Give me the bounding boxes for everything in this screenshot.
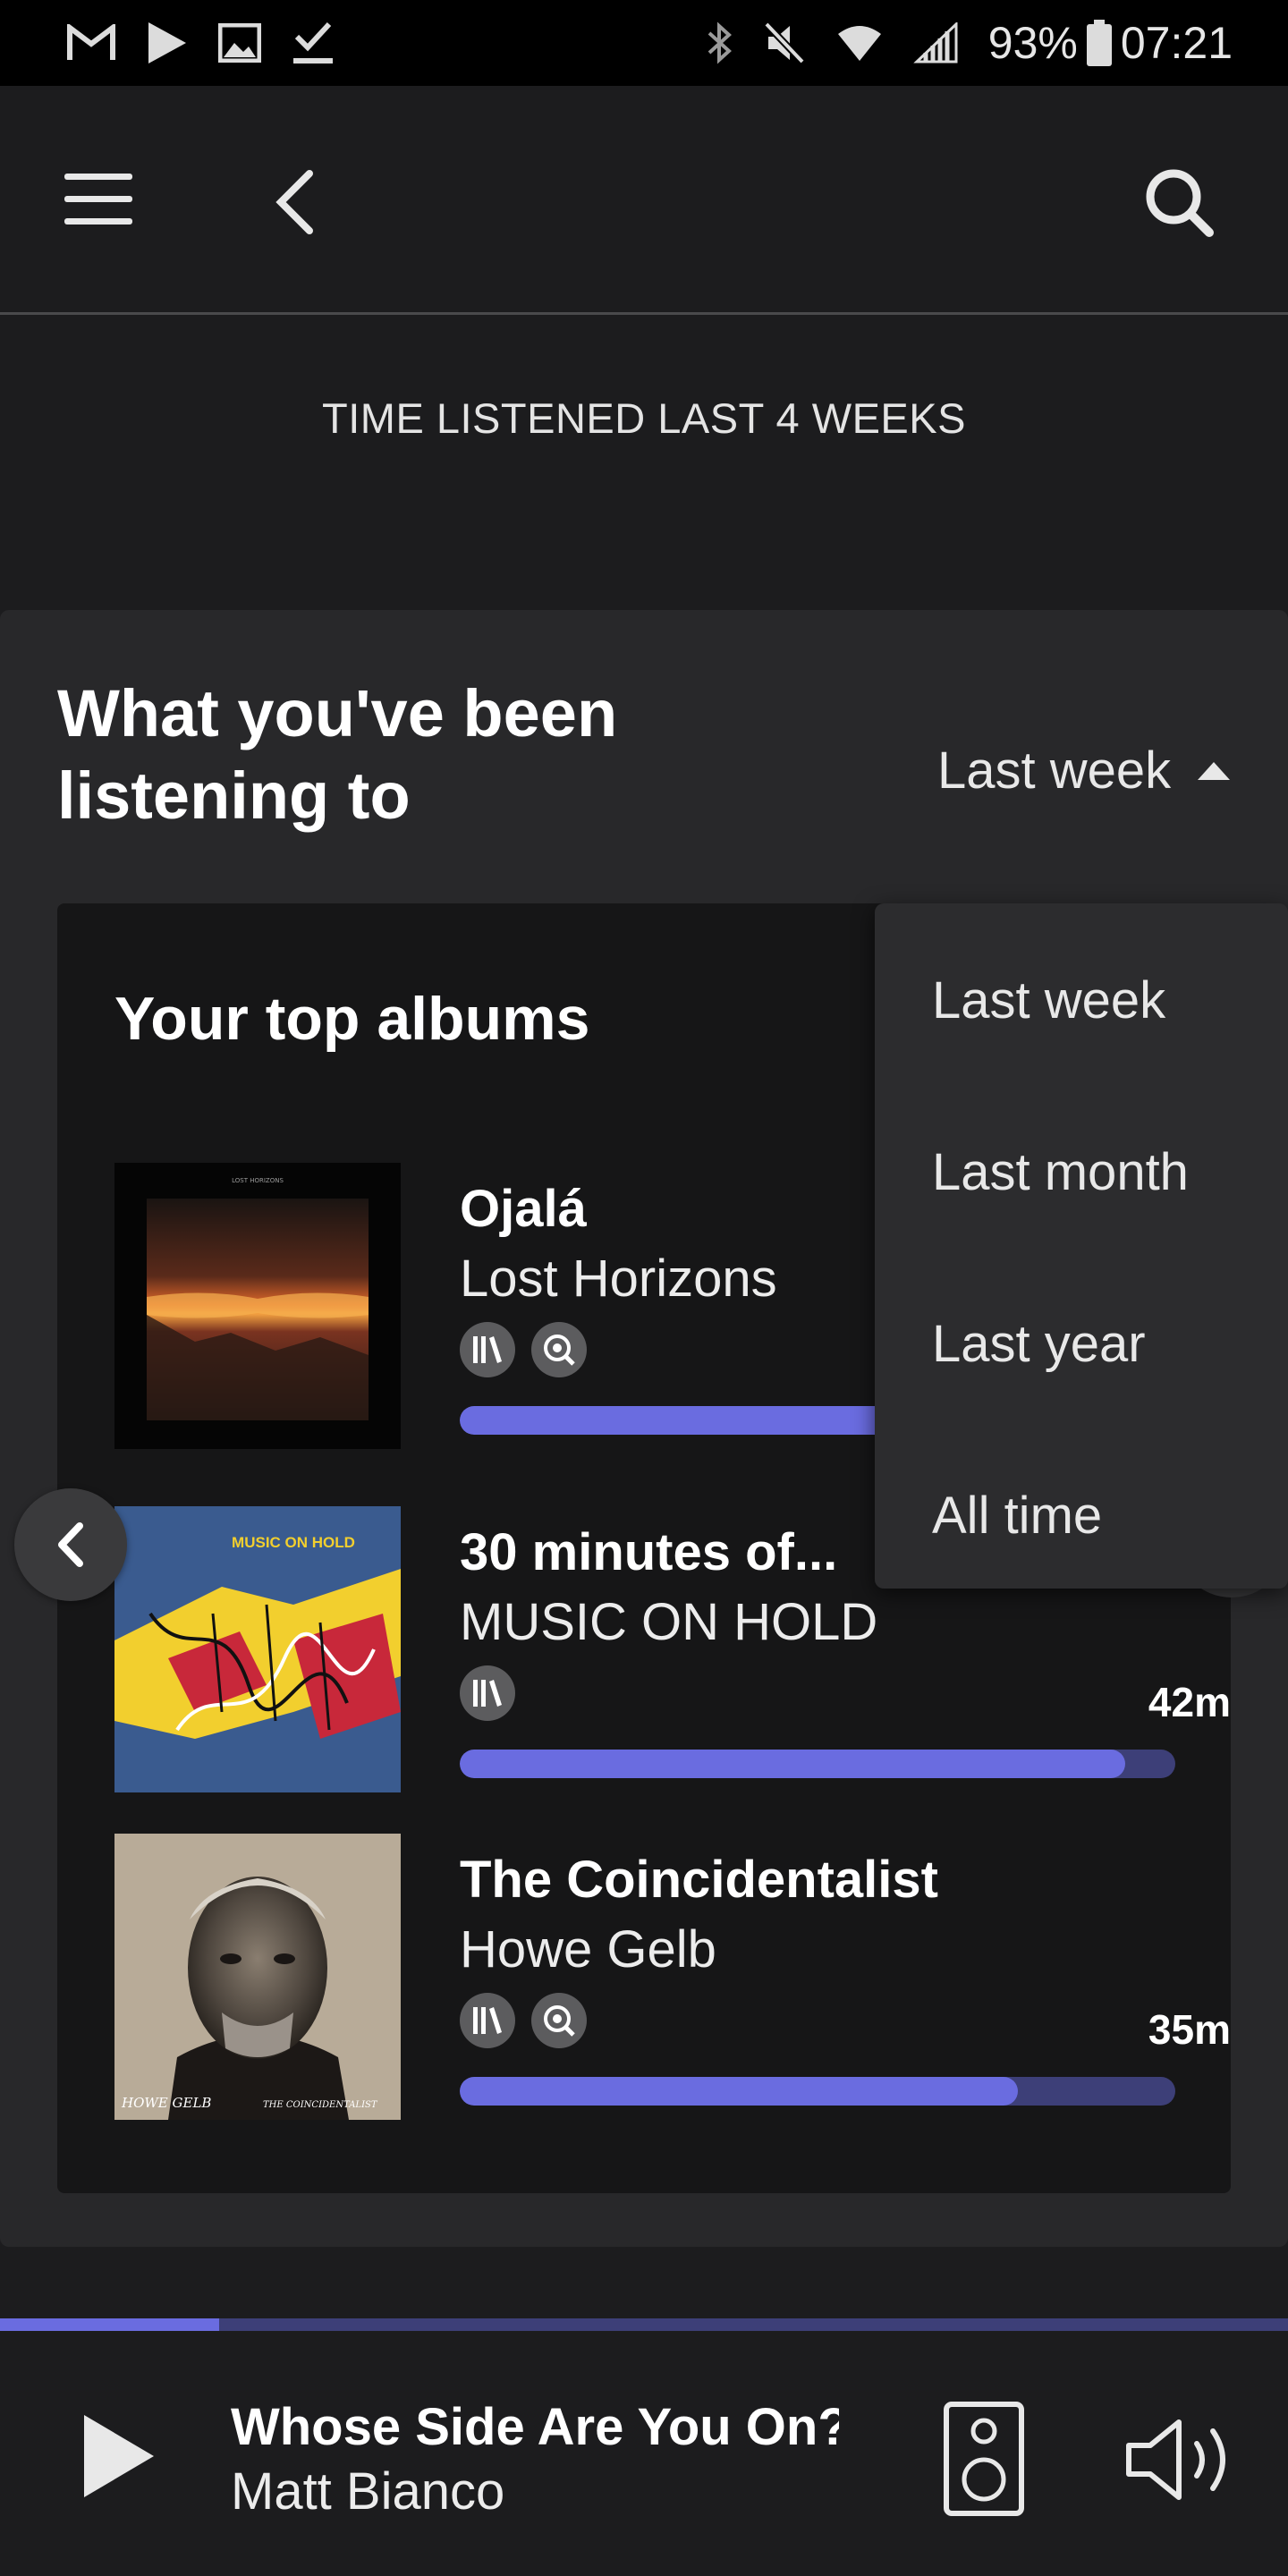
mute-icon — [763, 21, 806, 65]
time-listened-heading[interactable]: TIME LISTENED LAST 4 WEEKS — [0, 394, 1288, 443]
album-cover-text: THE COINCIDENTALIST — [263, 2100, 378, 2110]
now-playing-title[interactable]: Whose Side Are You On? — [231, 2397, 839, 2457]
download-done-icon — [292, 21, 335, 65]
status-notifications — [66, 21, 335, 65]
album-listen-bar — [460, 2077, 1175, 2106]
chevron-left-icon — [58, 1522, 83, 1567]
album-badges — [460, 1322, 587, 1377]
album-artist: MUSIC ON HOLD — [460, 1593, 878, 1651]
section-title: What you've been listening to — [57, 676, 618, 833]
gallery-icon — [218, 23, 261, 63]
period-dropdown-menu: Last week Last month Last year All time — [875, 903, 1288, 1589]
mini-player: Whose Side Are You On? Matt Bianco — [0, 2331, 1288, 2576]
now-playing-artist[interactable]: Matt Bianco — [231, 2462, 504, 2521]
back-icon[interactable] — [268, 168, 322, 236]
gmail-icon — [66, 24, 116, 62]
period-option-all-time[interactable]: All time — [875, 1474, 1288, 1646]
speaker-icon[interactable] — [943, 2401, 1025, 2517]
period-option-last-week[interactable]: Last week — [875, 959, 1288, 1131]
app-bar — [0, 86, 1288, 315]
library-icon[interactable] — [460, 1322, 515, 1377]
battery-group: 93% 07:21 — [988, 17, 1233, 69]
album-cover[interactable]: HOWE GELB THE COINCIDENTALIST — [114, 1834, 401, 2120]
bluetooth-icon — [706, 21, 733, 65]
album-cover[interactable]: LOST HORIZONS — [114, 1163, 401, 1449]
album-cover-text: MUSIC ON HOLD — [232, 1534, 355, 1551]
menu-icon[interactable] — [64, 174, 132, 227]
album-row[interactable]: HOWE GELB THE COINCIDENTALIST The Coinci… — [114, 1834, 1231, 2120]
discover-icon[interactable] — [531, 1993, 587, 2048]
playback-progress-bar[interactable] — [0, 2318, 1288, 2331]
play-store-icon — [147, 21, 188, 65]
album-cover-text: HOWE GELB — [121, 2095, 211, 2111]
album-badges — [460, 1993, 587, 2048]
discover-icon[interactable] — [531, 1322, 587, 1377]
album-listen-bar — [460, 1750, 1175, 1778]
album-cover[interactable]: MUSIC ON HOLD — [114, 1506, 401, 1792]
library-icon[interactable] — [460, 1993, 515, 2048]
album-listen-bar-fill — [460, 2077, 1018, 2106]
battery-percent: 93% — [987, 18, 1078, 68]
playback-progress-fill — [0, 2318, 219, 2331]
period-option-last-month[interactable]: Last month — [875, 1131, 1288, 1302]
album-title: 30 minutes of... — [460, 1523, 838, 1581]
album-badges — [460, 1665, 515, 1721]
play-icon[interactable] — [79, 2411, 159, 2501]
album-cover-text: LOST HORIZONS — [232, 1177, 284, 1184]
library-icon[interactable] — [460, 1665, 515, 1721]
period-dropdown[interactable]: Last week — [937, 741, 1231, 801]
top-albums-title: Your top albums — [114, 985, 590, 1053]
search-icon[interactable] — [1141, 165, 1216, 240]
clock: 07:21 — [1120, 18, 1233, 68]
carousel-prev-button[interactable] — [14, 1488, 127, 1601]
status-system: 93% 07:21 — [706, 17, 1233, 69]
signal-icon — [913, 22, 958, 64]
status-bar: 93% 07:21 — [0, 0, 1288, 86]
period-option-last-year[interactable]: Last year — [875, 1302, 1288, 1474]
album-duration: 35m — [1148, 2006, 1231, 2053]
album-artist: Howe Gelb — [460, 1920, 716, 1979]
album-duration: 42m — [1148, 1679, 1231, 1725]
wifi-icon — [836, 23, 883, 63]
album-listen-bar-fill — [460, 1750, 1125, 1778]
caret-up-icon — [1198, 761, 1231, 780]
volume-icon[interactable] — [1123, 2415, 1236, 2504]
album-title: Ojalá — [460, 1180, 587, 1238]
period-dropdown-label: Last week — [937, 741, 1172, 800]
battery-icon — [1086, 20, 1112, 66]
album-artist: Lost Horizons — [460, 1250, 777, 1308]
album-title: The Coincidentalist — [460, 1851, 938, 1909]
